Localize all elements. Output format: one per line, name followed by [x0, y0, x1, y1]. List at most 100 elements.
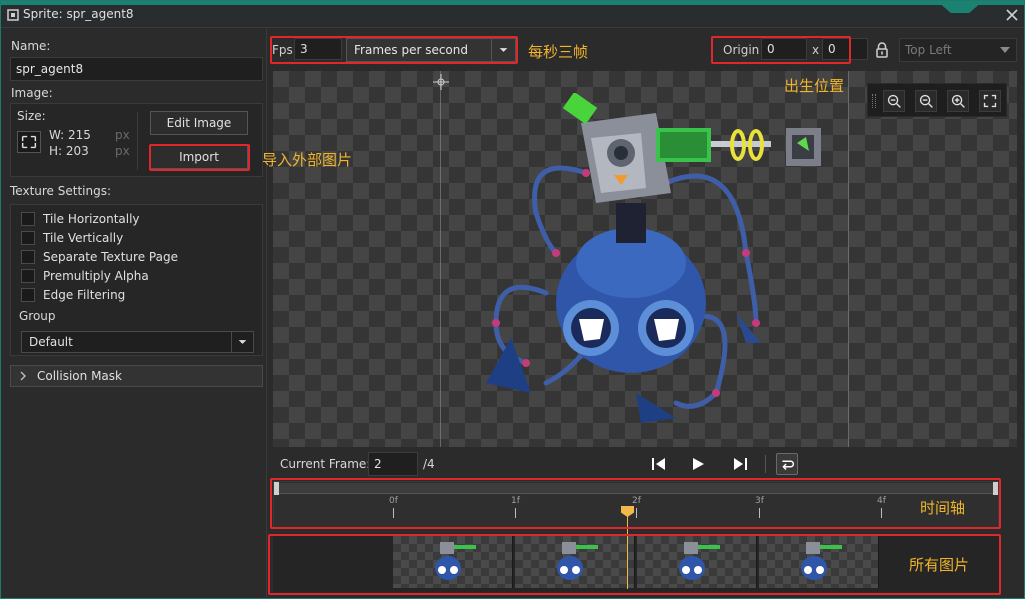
sprite-icon [7, 9, 19, 21]
drag-handle[interactable] [872, 94, 876, 108]
frames-strip [273, 536, 999, 592]
checkbox-box[interactable] [21, 269, 35, 283]
timeline-range-bar[interactable] [274, 483, 998, 494]
checkbox-label: Premultiply Alpha [43, 269, 149, 283]
sprite-properties-panel: Name: spr_agent8 Image: Size: W: 215 H: … [5, 33, 263, 593]
checkbox-box[interactable] [21, 250, 35, 264]
origin-separator: x [812, 43, 820, 57]
group-label: Group [19, 309, 56, 323]
timeline-tick [759, 508, 760, 518]
title-accent [1, 1, 1024, 5]
chevron-right-icon [20, 371, 26, 381]
checkbox-label: Tile Vertically [43, 231, 124, 245]
resize-icon[interactable] [17, 131, 41, 153]
edge-filtering-checkbox[interactable]: Edge Filtering [21, 287, 125, 303]
agent-thumbnail-image [679, 542, 720, 580]
height-value: H: 203 [49, 144, 89, 158]
timeline-tick [881, 508, 882, 518]
fps-mode-value: Frames per second [354, 43, 468, 57]
zoom-out-icon[interactable] [883, 90, 905, 112]
image-section: Size: W: 215 H: 203 px px Edit Image Imp… [10, 103, 263, 177]
checkbox-label: Separate Texture Page [43, 250, 178, 264]
premultiply-alpha-checkbox[interactable]: Premultiply Alpha [21, 268, 149, 284]
timeline-tick-label: 2f [632, 496, 641, 506]
fit-to-view-icon[interactable] [979, 90, 1001, 112]
chevron-down-icon[interactable] [231, 332, 253, 352]
close-icon[interactable] [1005, 8, 1019, 22]
chevron-down-icon[interactable] [1000, 47, 1010, 53]
fps-mode-select[interactable]: Frames per second [346, 38, 516, 62]
range-start-handle[interactable] [274, 482, 279, 495]
checkbox-box[interactable] [21, 231, 35, 245]
size-label: Size: [17, 109, 46, 123]
edit-image-button[interactable]: Edit Image [150, 111, 248, 135]
origin-marker-icon[interactable] [433, 74, 449, 90]
timeline-annotation: 时间轴 [920, 499, 966, 517]
timeline-tick [636, 508, 637, 518]
playhead-line[interactable] [627, 507, 628, 589]
loop-icon[interactable] [776, 453, 798, 475]
timeline-tick-label: 3f [755, 496, 764, 506]
fps-input[interactable]: 3 [294, 38, 342, 60]
name-label: Name: [11, 39, 51, 53]
sprite-canvas[interactable] [273, 71, 1017, 447]
range-end-handle[interactable] [993, 482, 998, 495]
timeline-tick-label: 4f [877, 496, 886, 506]
name-input[interactable]: spr_agent8 [10, 57, 263, 81]
texture-settings-label: Texture Settings: [10, 184, 112, 198]
playback-divider [765, 455, 766, 473]
lock-icon[interactable] [875, 42, 889, 58]
sprite-editor-window: Sprite: spr_agent8 Name: spr_agent8 Imag… [0, 0, 1025, 599]
origin-annotation: 出生位置 [784, 77, 845, 95]
zoom-in-icon[interactable] [947, 90, 969, 112]
bounds-guide [848, 71, 849, 447]
checkbox-box[interactable] [21, 212, 35, 226]
anchor-value: Top Left [905, 43, 952, 57]
checkbox-label: Tile Horizontally [43, 212, 140, 226]
image-divider [137, 112, 138, 170]
separate-texture-page-checkbox[interactable]: Separate Texture Page [21, 249, 178, 265]
origin-x-input[interactable]: 0 [761, 38, 807, 60]
timeline[interactable]: 0f 1f 2f 3f 4f [273, 481, 999, 528]
collision-mask-section[interactable]: Collision Mask [10, 365, 263, 387]
frames-annotation: 所有图片 [909, 556, 970, 574]
play-icon[interactable] [687, 453, 709, 475]
agent-thumbnail-image [801, 542, 842, 580]
chevron-down-icon[interactable] [491, 39, 515, 61]
zoom-controls [867, 83, 1007, 117]
checkbox-box[interactable] [21, 288, 35, 302]
timeline-tick-label: 1f [511, 496, 520, 506]
frame-thumbnail[interactable] [759, 536, 879, 588]
tile-vertically-checkbox[interactable]: Tile Vertically [21, 230, 123, 246]
group-select[interactable]: Default [21, 331, 254, 353]
origin-label: Origin [723, 43, 760, 57]
total-frames: /4 [423, 457, 435, 471]
checkbox-label: Edge Filtering [43, 288, 126, 302]
frame-thumbnail[interactable] [515, 536, 635, 588]
group-value: Default [29, 335, 73, 349]
image-label: Image: [11, 86, 53, 100]
agent-sprite-image [486, 93, 821, 423]
tile-horizontally-checkbox[interactable]: Tile Horizontally [21, 211, 140, 227]
origin-guide [440, 71, 441, 447]
import-button[interactable]: Import [150, 145, 248, 169]
current-frame-label: Current Frame: [280, 457, 371, 471]
width-unit: px [115, 128, 130, 142]
texture-settings-section: Tile Horizontally Tile Vertically Separa… [10, 204, 263, 356]
skip-to-end-icon[interactable] [729, 453, 751, 475]
window-title: Sprite: spr_agent8 [23, 7, 134, 21]
frame-thumbnail[interactable] [637, 536, 757, 588]
zoom-reset-icon[interactable] [915, 90, 937, 112]
width-value: W: 215 [49, 128, 91, 142]
title-bar: Sprite: spr_agent8 [1, 1, 1024, 28]
skip-to-start-icon[interactable] [648, 453, 670, 475]
origin-y-input[interactable]: 0 [822, 38, 868, 60]
agent-thumbnail-image [435, 542, 476, 580]
timeline-tick [515, 508, 516, 518]
import-annotation: 导入外部图片 [262, 151, 353, 169]
current-frame-input[interactable]: 2 [368, 452, 418, 476]
height-unit: px [115, 144, 130, 158]
origin-anchor-select[interactable]: Top Left [899, 38, 1017, 62]
frame-thumbnail[interactable] [393, 536, 513, 588]
fps-label: Fps [272, 43, 293, 57]
